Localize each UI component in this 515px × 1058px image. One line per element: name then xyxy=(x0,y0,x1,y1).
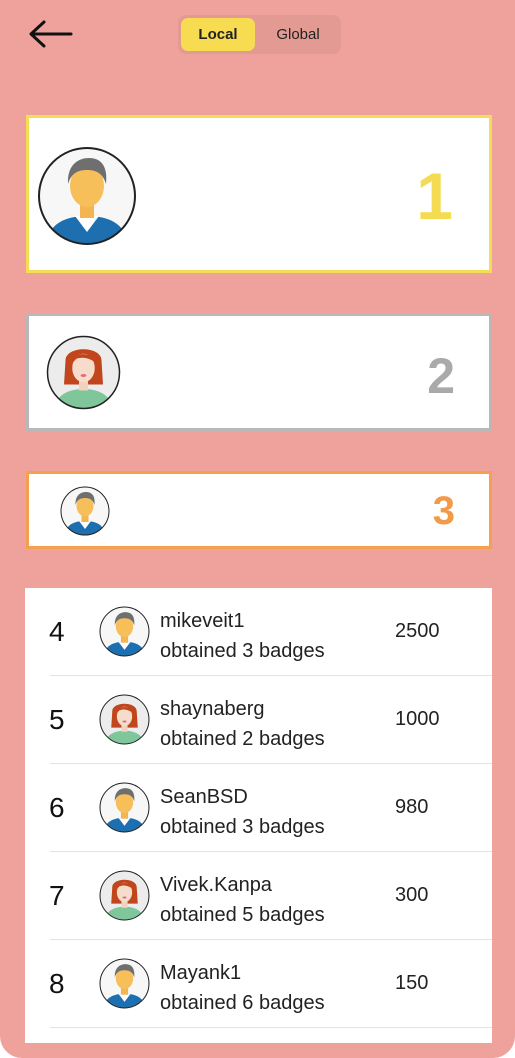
user-info: mikeveit1 obtained 3 badges xyxy=(160,606,325,666)
scope-tab-switcher: Local Global xyxy=(178,15,341,54)
badge-count: obtained 6 badges xyxy=(160,992,325,1014)
avatar xyxy=(99,606,150,657)
avatar xyxy=(99,958,150,1009)
user-info: Vivek.Kanpa obtained 5 badges xyxy=(160,870,325,930)
male-avatar-icon xyxy=(60,486,110,536)
badge-count: obtained 3 badges xyxy=(160,816,325,838)
leaderboard-list[interactable]: 4 mikeveit1 obtained 3 badges 2500 5 sha… xyxy=(25,588,492,1043)
male-avatar-icon xyxy=(99,782,150,833)
score: 1000 xyxy=(395,708,440,730)
rank-number: 7 xyxy=(49,880,65,911)
female-avatar-icon xyxy=(99,694,150,745)
user-info: SeanBSD obtained 3 badges xyxy=(160,782,325,842)
podium-second-place[interactable]: 2 xyxy=(26,313,492,431)
score: 980 xyxy=(395,796,429,818)
male-avatar-icon xyxy=(99,606,150,657)
list-item[interactable]: 4 mikeveit1 obtained 3 badges 2500 xyxy=(25,588,492,676)
score: 2500 xyxy=(395,620,440,642)
rank-number: 2 xyxy=(427,348,455,404)
username: Vivek.Kanpa xyxy=(160,874,272,896)
username: SeanBSD xyxy=(160,786,248,808)
rank-number: 5 xyxy=(49,704,65,735)
male-avatar-icon xyxy=(37,146,137,246)
avatar xyxy=(37,146,137,246)
back-button[interactable] xyxy=(26,16,78,52)
avatar xyxy=(99,694,150,745)
leaderboard-screen: Local Global 1 2 3 4 mikeveit1 obtained … xyxy=(0,0,515,1058)
score: 300 xyxy=(395,884,429,906)
podium-first-place[interactable]: 1 xyxy=(26,115,492,273)
username: mikeveit1 xyxy=(160,610,245,632)
avatar xyxy=(99,870,150,921)
badge-count: obtained 2 badges xyxy=(160,728,325,750)
rank-number: 6 xyxy=(49,792,65,823)
tab-local[interactable]: Local xyxy=(181,18,255,51)
rank-number: 4 xyxy=(49,616,65,647)
score: 150 xyxy=(395,972,429,994)
avatar xyxy=(60,486,110,536)
username: Mayank1 xyxy=(160,962,242,984)
rank-number: 3 xyxy=(432,489,455,533)
list-item[interactable]: 6 SeanBSD obtained 3 badges 980 xyxy=(25,764,492,852)
user-info: shaynaberg obtained 2 badges xyxy=(160,694,325,754)
tab-global[interactable]: Global xyxy=(255,15,341,54)
username: shaynaberg xyxy=(160,698,265,720)
female-avatar-icon xyxy=(99,870,150,921)
user-info: Mayank1 obtained 6 badges xyxy=(160,958,325,1018)
avatar xyxy=(99,782,150,833)
female-avatar-icon xyxy=(46,335,121,410)
rank-number: 1 xyxy=(416,159,453,233)
badge-count: obtained 3 badges xyxy=(160,640,325,662)
avatar xyxy=(46,335,121,410)
rank-number: 8 xyxy=(49,968,65,999)
list-item[interactable]: 5 shaynaberg obtained 2 badges 1000 xyxy=(25,676,492,764)
list-item[interactable]: 8 Mayank1 obtained 6 badges 150 xyxy=(25,940,492,1028)
podium-third-place[interactable]: 3 xyxy=(26,471,492,549)
arrow-left-icon xyxy=(29,20,73,48)
list-item[interactable]: 7 Vivek.Kanpa obtained 5 badges 300 xyxy=(25,852,492,940)
male-avatar-icon xyxy=(99,958,150,1009)
badge-count: obtained 5 badges xyxy=(160,904,325,926)
